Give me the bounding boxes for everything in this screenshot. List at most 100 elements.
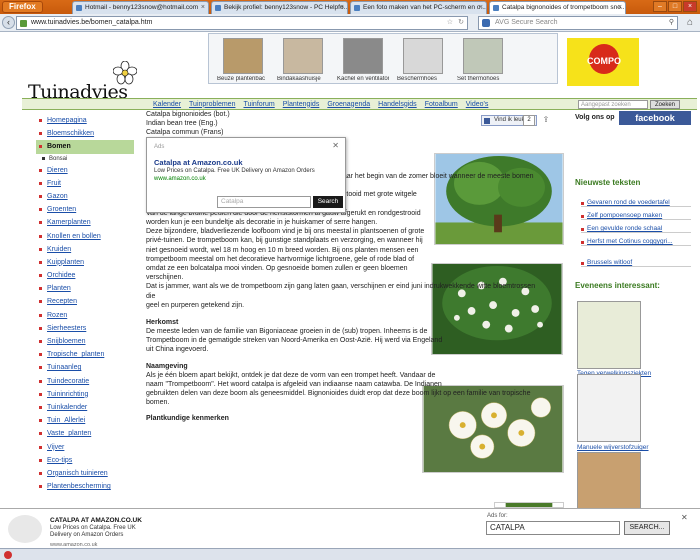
news-link-0[interactable]: Gevaren rond de voedertafel bbox=[581, 199, 691, 207]
sidebar-item-10[interactable]: Kruiden bbox=[36, 243, 134, 256]
news-link-4[interactable]: Brussels witloof bbox=[581, 259, 691, 267]
close-icon[interactable]: × bbox=[683, 1, 697, 12]
tab-2[interactable]: Een foto maken van het PC-scherm en o...… bbox=[350, 1, 487, 14]
tab-3[interactable]: Catalpa bignonoides of trompetboom sno..… bbox=[489, 1, 626, 14]
sidebar-item-11[interactable]: Kuipplanten bbox=[36, 256, 134, 269]
sidebar-item-19[interactable]: Tuinaanleg bbox=[36, 361, 134, 374]
ad-search-input[interactable]: Catalpa bbox=[217, 196, 311, 208]
sidebar-item-6[interactable]: Gazon bbox=[36, 190, 134, 203]
bookmark-star-icon[interactable]: ☆ bbox=[447, 17, 453, 29]
sidebar-item-25[interactable]: Vijver bbox=[36, 441, 134, 454]
tab-close-icon[interactable]: × bbox=[479, 2, 483, 14]
herkomst-heading: Herkomst bbox=[146, 319, 179, 327]
sidebar-item-9[interactable]: Knollen en bollen bbox=[36, 230, 134, 243]
reload-icon[interactable]: ↻ bbox=[458, 17, 464, 29]
eveneens-heading: Eveneens interessant: bbox=[575, 281, 660, 290]
minimize-icon[interactable]: – bbox=[653, 1, 667, 12]
sidebar-item-23[interactable]: Tuin_Allerlei bbox=[36, 414, 134, 427]
text-line: Dat is jammer, want als we de trompetboo… bbox=[146, 283, 536, 300]
facebook-logo[interactable]: facebook bbox=[619, 111, 691, 125]
close-icon[interactable]: ✕ bbox=[681, 513, 688, 522]
product-caption-1[interactable]: Manuele wijverstofzuiger bbox=[577, 444, 649, 451]
sidebar-item-0[interactable]: Homepagina bbox=[36, 114, 134, 127]
text-line: Indian bean tree (Eng.) bbox=[146, 120, 218, 127]
tab-favicon-icon bbox=[493, 5, 499, 11]
search-icon[interactable]: ⚲ bbox=[669, 17, 674, 29]
sidebar-item-3[interactable]: Bonsai bbox=[36, 154, 134, 164]
text-line: gebruikten delen van deze boom als genee… bbox=[146, 390, 531, 407]
product-image-1[interactable] bbox=[577, 374, 641, 442]
sidebar-item-15[interactable]: Rozen bbox=[36, 309, 134, 322]
bottom-ad-input[interactable]: CATALPA bbox=[486, 521, 620, 535]
text-line: naam "Trompetboom". Het woord catalpa is… bbox=[146, 380, 442, 388]
sidebar-item-4[interactable]: Dieren bbox=[36, 164, 134, 177]
site-search-input[interactable]: Aangepast zoeken bbox=[578, 100, 648, 109]
browser-search-input[interactable]: AVG Secure Search ⚲ bbox=[478, 16, 678, 30]
back-icon[interactable]: ‹ bbox=[2, 16, 15, 29]
sidebar-item-18[interactable]: Tropische_planten bbox=[36, 348, 134, 361]
sidebar-item-21[interactable]: Tuininrichting bbox=[36, 388, 134, 401]
nieuwste-heading: Nieuwste teksten bbox=[575, 178, 641, 187]
search-engine-icon bbox=[482, 19, 490, 27]
bottom-ad-description: Low Prices on Catalpa. Free UK Delivery … bbox=[50, 525, 136, 538]
web-page: Tuinadvies Beuze plantenbac Bindakaashuis… bbox=[0, 33, 700, 531]
article-content: Catalpa bignonioides (bot.) Indian bean t… bbox=[146, 33, 566, 423]
sidebar-item-14[interactable]: Recepten bbox=[36, 295, 134, 308]
sidebar-item-16[interactable]: Sierheesters bbox=[36, 322, 134, 335]
tab-label: Bekijk profiel: benny123snow - PC Helpfo… bbox=[224, 4, 348, 11]
sidebar-item-7[interactable]: Groenten bbox=[36, 203, 134, 216]
sidebar-item-20[interactable]: Tuindecoratie bbox=[36, 375, 134, 388]
sidebar-item-2[interactable]: Bomen bbox=[36, 140, 134, 154]
news-link-2[interactable]: Een gevulde ronde schaal bbox=[581, 225, 691, 233]
text-line: verschijnen. bbox=[146, 274, 184, 282]
text-line: Catalpa commun (Frans) bbox=[146, 129, 224, 136]
amazon-logo bbox=[8, 515, 42, 543]
tab-close-icon[interactable]: × bbox=[340, 2, 344, 14]
tab-label: Een foto maken van het PC-scherm en o... bbox=[363, 4, 486, 11]
sidebar-item-28[interactable]: Plantenbescherming bbox=[36, 480, 134, 493]
sidebar-item-1[interactable]: Bloemschikken bbox=[36, 127, 134, 140]
news-link-3[interactable]: Herfst met Cotinus coggygri... bbox=[581, 238, 691, 246]
firefox-menu-button[interactable]: Firefox bbox=[2, 1, 43, 13]
tab-strip: Hotmail - benny123snow@hotmail.com × Bekij… bbox=[72, 1, 628, 14]
tab-0[interactable]: Hotmail - benny123snow@hotmail.com × bbox=[72, 1, 209, 14]
tab-close-icon[interactable]: × bbox=[201, 2, 205, 14]
tab-close-icon[interactable]: × bbox=[618, 2, 622, 14]
favicon-icon bbox=[20, 20, 27, 27]
status-bar bbox=[0, 548, 700, 560]
sidebar-item-5[interactable]: Fruit bbox=[36, 177, 134, 190]
home-icon[interactable]: ⌂ bbox=[684, 17, 696, 29]
bottom-ad-bar: CATALPA AT AMAZON.CO.UK Low Prices on Ca… bbox=[0, 508, 700, 548]
follow-label: Volg ons op bbox=[575, 114, 615, 121]
compo-logo[interactable]: COMPO bbox=[567, 38, 639, 86]
url-bar[interactable]: www.tuinadvies.be/bomen_catalpa.htm ☆ ↻ bbox=[16, 16, 468, 30]
tab-1[interactable]: Bekijk profiel: benny123snow - PC Helpfo… bbox=[211, 1, 348, 14]
sidebar-item-27[interactable]: Organisch tuinieren bbox=[36, 467, 134, 480]
bottom-ad-search-button[interactable]: SEARCH... bbox=[624, 521, 670, 535]
sidebar-item-24[interactable]: Vaste_planten bbox=[36, 427, 134, 440]
ad-url[interactable]: www.amazon.co.uk bbox=[154, 176, 206, 182]
naamgeving-heading: Naamgeving bbox=[146, 362, 188, 370]
maximize-icon[interactable]: □ bbox=[668, 1, 682, 12]
close-icon[interactable]: ✕ bbox=[332, 141, 339, 150]
ad-search-button[interactable]: Search bbox=[313, 196, 343, 208]
sidebar-item-8[interactable]: Kamerplanten bbox=[36, 216, 134, 229]
navigation-toolbar: ‹ www.tuinadvies.be/bomen_catalpa.htm ☆ … bbox=[0, 14, 700, 32]
sidebar-item-26[interactable]: Eco-tips bbox=[36, 454, 134, 467]
sidebar-item-13[interactable]: Planten bbox=[36, 282, 134, 295]
sidebar-item-17[interactable]: Snijbloemen bbox=[36, 335, 134, 348]
bottom-ad-title[interactable]: CATALPA AT AMAZON.CO.UK bbox=[50, 517, 142, 524]
sidebar-item-22[interactable]: Tuinkalender bbox=[36, 401, 134, 414]
site-search-button[interactable]: Zoeken bbox=[650, 100, 680, 109]
text-line: privé-tuinen. De trompetboom kan, bij gu… bbox=[146, 237, 423, 245]
text-line: Trompetboom in de gematigde streken van … bbox=[146, 337, 443, 345]
text-line: Deze bijzondere, bladverliezende loofboo… bbox=[146, 228, 425, 236]
product-image-0[interactable] bbox=[577, 301, 641, 369]
ad-title[interactable]: Catalpa at Amazon.co.uk bbox=[154, 158, 243, 167]
news-link-1[interactable]: Zelf pompoensoep maken bbox=[581, 212, 691, 220]
url-text: www.tuinadvies.be/bomen_catalpa.htm bbox=[31, 19, 153, 26]
sidebar-item-12[interactable]: Orchidee bbox=[36, 269, 134, 282]
